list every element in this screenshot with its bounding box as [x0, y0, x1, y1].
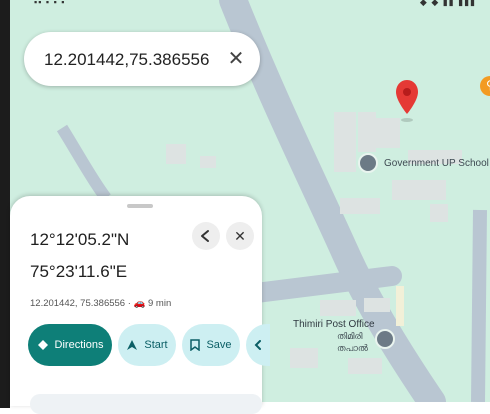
longitude-title: 75°23'11.6"E: [30, 262, 128, 281]
clear-search-button[interactable]: ✕: [224, 46, 248, 70]
search-text[interactable]: 12.201442,75.386556: [44, 50, 209, 70]
status-left: ▪▪ ▪ ▪ ▪: [34, 0, 66, 7]
post-office-marker[interactable]: Thimiri Post Office തിമിരി തപാൽ: [293, 319, 395, 354]
status-right: ◆ ◆ ▮▮ ▮▮▮: [419, 0, 476, 7]
directions-label: Directions: [54, 339, 104, 351]
post-office-label-local: തിമിരി: [337, 331, 363, 341]
orange-marker-glyph: ⚲: [486, 78, 490, 92]
close-icon: ✕: [227, 47, 245, 70]
chevron-left-icon: [254, 340, 261, 350]
close-icon: ✕: [234, 227, 246, 244]
status-bar: ▪▪ ▪ ▪ ▪ ◆ ◆ ▮▮ ▮▮▮: [10, 0, 490, 16]
bottom-sheet[interactable]: 12°12'05.2"N 75°23'11.6"E ✕ 12.201442, 7…: [10, 196, 270, 414]
location-pin-icon[interactable]: [396, 80, 418, 124]
directions-button[interactable]: Directions: [28, 324, 112, 366]
post-office-label: Thimiri Post Office: [293, 319, 375, 330]
latitude-title: 12°12'05.2"N: [30, 230, 130, 249]
directions-icon: [37, 340, 48, 350]
post-office-icon: [375, 329, 395, 349]
bookmark-icon: [190, 339, 201, 351]
sheet-handle[interactable]: [127, 204, 153, 208]
more-actions-button[interactable]: [246, 324, 270, 366]
left-edge: [0, 0, 10, 408]
start-button[interactable]: Start: [118, 324, 176, 366]
save-label: Save: [206, 339, 232, 351]
share-button[interactable]: [192, 222, 220, 250]
post-office-label-local-2: തപാൽ: [337, 343, 368, 353]
share-icon: [201, 230, 209, 242]
navigation-arrow-icon: [127, 340, 138, 350]
school-marker[interactable]: Government UP School: [358, 153, 489, 173]
close-sheet-button[interactable]: ✕: [226, 222, 254, 250]
school-icon: [358, 153, 378, 173]
school-label: Government UP School: [384, 157, 489, 169]
save-button[interactable]: Save: [182, 324, 240, 366]
coords-subtitle: 12.201442, 75.386556 · 🚗 9 min: [30, 298, 172, 309]
search-bar[interactable]: 12.201442,75.386556 ✕: [24, 32, 260, 86]
start-label: Start: [144, 339, 168, 351]
sheet-lower-bar: [30, 394, 262, 414]
